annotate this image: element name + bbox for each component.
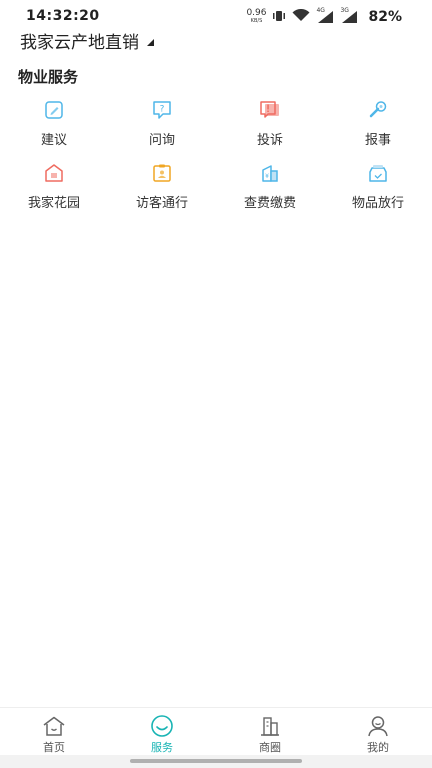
location-title: 我家云产地直销 [20, 32, 139, 53]
nav-label: 我的 [367, 741, 389, 754]
service-grid: 建议 ? 问询 投诉 报事 我家花园 访客通行 ¥ 查费缴费 物品放行 [0, 97, 432, 223]
signal-4g-icon: 4G [316, 7, 334, 23]
status-time: 14:32:20 [26, 8, 100, 24]
service-label: 查费缴费 [243, 196, 296, 211]
status-icons: 0.96 KB/S 4G 3G 82% [246, 7, 402, 26]
network-speed: 0.96 KB/S [246, 7, 267, 25]
signal-3g-icon: 3G [340, 7, 358, 23]
nav-home[interactable]: 首页 [0, 708, 108, 755]
service-item-release[interactable]: 物品放行 [324, 160, 432, 223]
garden-icon [41, 160, 67, 186]
nav-label: 服务 [151, 741, 173, 754]
nav-profile[interactable]: 我的 [324, 708, 432, 755]
service-visitor-pass[interactable]: 访客通行 [108, 160, 216, 223]
visitor-pass-icon [149, 160, 175, 186]
fee-payment-icon: ¥ [257, 160, 283, 186]
service-label: 问询 [148, 133, 175, 148]
nav-service[interactable]: 服务 [108, 708, 216, 755]
service-report[interactable]: 报事 [324, 97, 432, 160]
service-smile-icon [149, 715, 175, 737]
section-title: 物业服务 [18, 68, 79, 86]
service-label: 物品放行 [351, 196, 404, 211]
bottom-nav: 首页 服务 商圈 我的 [0, 707, 432, 755]
complaint-icon [257, 97, 283, 123]
service-fee-payment[interactable]: ¥ 查费缴费 [216, 160, 324, 223]
wrench-icon [365, 97, 391, 123]
status-bar: 14:32:20 0.96 KB/S 4G 3G 82% [0, 0, 432, 30]
nav-business-district[interactable]: 商圈 [216, 708, 324, 755]
service-inquiry[interactable]: ? 问询 [108, 97, 216, 160]
service-row: 建议 ? 问询 投诉 报事 [0, 97, 432, 160]
item-release-icon [365, 160, 391, 186]
service-label: 投诉 [256, 133, 283, 148]
vibrate-icon [272, 7, 286, 26]
location-selector[interactable]: 我家云产地直销 [20, 29, 154, 53]
service-label: 报事 [364, 133, 391, 148]
suggestion-icon [41, 97, 67, 123]
business-district-icon [257, 715, 283, 737]
wifi-icon [292, 7, 310, 26]
service-label: 建议 [40, 133, 67, 148]
svg-text:¥: ¥ [265, 173, 269, 180]
service-label: 访客通行 [135, 196, 188, 211]
home-icon [41, 715, 67, 737]
service-my-garden[interactable]: 我家花园 [0, 160, 108, 223]
svg-text:?: ? [160, 105, 165, 115]
nav-label: 首页 [43, 741, 65, 754]
nav-label: 商圈 [259, 741, 281, 754]
home-gesture-bar[interactable] [130, 759, 302, 763]
service-complaint[interactable]: 投诉 [216, 97, 324, 160]
dropdown-triangle-icon [147, 38, 154, 46]
battery-percentage: 82% [368, 8, 402, 25]
service-suggestion[interactable]: 建议 [0, 97, 108, 160]
network-speed-value: 0.96 [246, 7, 267, 18]
service-label: 我家花园 [27, 196, 80, 211]
service-row: 我家花园 访客通行 ¥ 查费缴费 物品放行 [0, 160, 432, 223]
network-speed-unit: KB/S [250, 17, 263, 24]
profile-icon [365, 715, 391, 737]
inquiry-icon: ? [149, 97, 175, 123]
system-gesture-area [0, 755, 432, 768]
